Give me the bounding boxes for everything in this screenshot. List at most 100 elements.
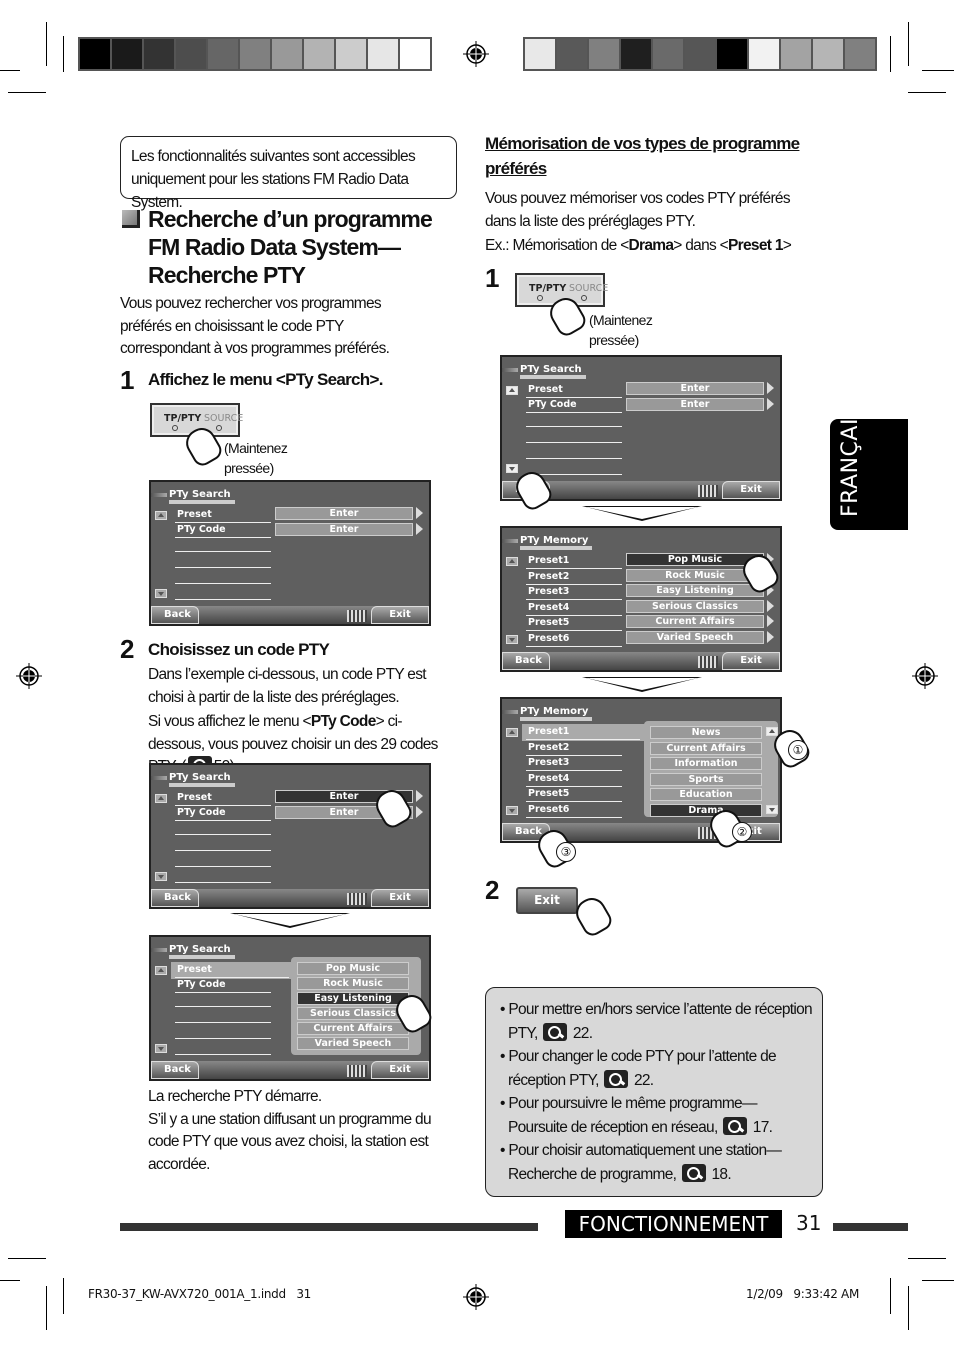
preset-value-button[interactable]: Current Affairs	[626, 615, 764, 628]
pty-option[interactable]: Current Affairs	[297, 1022, 409, 1035]
tip-item: Pour changer le code PTY pour l’attente …	[500, 1045, 812, 1092]
callout-2: ②	[732, 822, 752, 842]
scroll-up-icon[interactable]	[155, 794, 167, 803]
back-button[interactable]: Back	[151, 606, 199, 624]
source-label[interactable]: SOURCE	[569, 283, 608, 294]
scroll-up-icon[interactable]	[155, 966, 167, 975]
pty-option[interactable]: Sports	[650, 772, 762, 786]
pty-option[interactable]: Education	[650, 788, 762, 801]
arrow-down-icon	[582, 677, 702, 692]
preset-row[interactable]: Preset2	[526, 742, 622, 756]
title-bar	[502, 368, 518, 372]
crop-mark	[890, 36, 891, 72]
scroll-up-icon[interactable]	[506, 386, 518, 395]
preset-value-button[interactable]: Serious Classics	[626, 599, 764, 613]
pty-option[interactable]: Current Affairs	[650, 741, 762, 755]
enter-button[interactable]: Enter	[275, 507, 413, 520]
preset-row[interactable]: Preset2	[526, 571, 622, 585]
menu-row-preset[interactable]: Preset	[526, 384, 622, 398]
tp-pty-label[interactable]: TP/PTY	[164, 413, 201, 424]
chevron-right-icon	[767, 615, 774, 627]
crop-mark	[922, 70, 954, 71]
color-swatch	[176, 39, 206, 69]
enter-button[interactable]: Enter	[275, 523, 413, 536]
crop-mark	[922, 1280, 954, 1281]
scroll-down-icon[interactable]	[155, 589, 167, 598]
pty-option[interactable]: News	[650, 726, 762, 739]
crop-mark	[8, 92, 46, 93]
indicator-dot	[216, 425, 222, 431]
color-swatch	[717, 39, 747, 69]
arrow-down-icon	[582, 506, 702, 521]
scroll-down-icon[interactable]	[506, 464, 518, 473]
divider	[175, 882, 271, 883]
chevron-right-icon	[767, 382, 774, 394]
indicator-dot	[537, 295, 543, 301]
divider	[175, 583, 271, 584]
pty-option[interactable]: Varied Speech	[297, 1037, 409, 1050]
crop-mark	[63, 1278, 64, 1314]
preset-row[interactable]: Preset1	[526, 555, 622, 569]
back-button[interactable]: Back	[151, 1061, 199, 1079]
preset-row[interactable]: Preset5	[526, 788, 622, 802]
preset-value-button[interactable]: Easy Listening	[626, 584, 764, 597]
back-button[interactable]: Back	[502, 652, 550, 670]
scroll-down-icon[interactable]	[506, 806, 518, 815]
enter-button[interactable]: Enter	[626, 398, 764, 411]
scroll-up-icon[interactable]	[155, 511, 167, 520]
preset-row[interactable]: Preset3	[526, 757, 622, 771]
exit-button[interactable]: Exit	[371, 889, 429, 907]
exit-button[interactable]: Exit	[722, 481, 780, 499]
scroll-down-icon[interactable]	[506, 635, 518, 644]
menu-row-preset[interactable]: Preset	[175, 964, 289, 978]
exit-button[interactable]: Exit	[722, 652, 780, 670]
footer-rule	[120, 1223, 538, 1231]
menu-row-preset[interactable]: Preset	[175, 509, 271, 523]
title-bar	[151, 776, 167, 780]
menu-row-pty-code[interactable]: PTy Code	[175, 524, 271, 538]
crop-mark	[46, 22, 47, 66]
scroll-up-icon[interactable]	[766, 727, 778, 736]
preset-row[interactable]: Preset3	[526, 586, 622, 600]
note-box: Les fonctionnalités suivantes sont acces…	[120, 136, 457, 211]
menu-row-pty-code[interactable]: PTy Code	[175, 807, 271, 821]
color-swatch	[589, 39, 619, 69]
exit-button[interactable]: Exit	[371, 606, 429, 624]
screen-title: PTy Search	[169, 944, 235, 959]
screen-title: PTy Search	[169, 772, 235, 787]
enter-button[interactable]: Enter	[626, 382, 764, 395]
pty-option[interactable]: Easy Listening	[297, 992, 409, 1005]
preset-row[interactable]: Preset4	[526, 773, 622, 787]
scroll-up-icon[interactable]	[506, 728, 518, 737]
exit-button[interactable]: Exit	[371, 1061, 429, 1079]
back-button[interactable]: Back	[151, 889, 199, 907]
scroll-down-icon[interactable]	[155, 872, 167, 881]
section-heading-underlined: Mémorisation de vos types de programme p…	[485, 134, 800, 178]
grip-icon	[347, 893, 367, 905]
color-swatch	[685, 39, 715, 69]
crop-mark	[8, 1258, 46, 1259]
source-label[interactable]: SOURCE	[204, 413, 243, 424]
scroll-down-icon[interactable]	[155, 1044, 167, 1053]
menu-row-pty-code[interactable]: PTy Code	[175, 979, 271, 993]
pty-option[interactable]: Information	[650, 757, 762, 770]
preset-row[interactable]: Preset4	[526, 602, 622, 616]
menu-row-preset[interactable]: Preset	[175, 792, 271, 806]
preset-row[interactable]: Preset1	[526, 726, 640, 740]
tp-pty-label[interactable]: TP/PTY	[529, 283, 566, 294]
scroll-up-icon[interactable]	[506, 557, 518, 566]
preset-row[interactable]: Preset6	[526, 633, 622, 647]
pty-option[interactable]: Serious Classics	[297, 1007, 409, 1020]
divider	[175, 567, 271, 568]
preset-row[interactable]: Preset6	[526, 804, 622, 818]
pty-option[interactable]: Drama	[650, 803, 762, 817]
color-swatch	[813, 39, 843, 69]
preset-row[interactable]: Preset5	[526, 617, 622, 631]
pty-option[interactable]: Pop Music	[297, 962, 409, 975]
pty-option[interactable]: Rock Music	[297, 977, 409, 990]
exit-button[interactable]: Exit	[516, 887, 578, 914]
menu-row-pty-code[interactable]: PTy Code	[526, 399, 622, 413]
preset-value-button[interactable]: Varied Speech	[626, 630, 764, 644]
scroll-down-icon[interactable]	[766, 805, 778, 814]
crop-mark	[46, 1286, 47, 1330]
